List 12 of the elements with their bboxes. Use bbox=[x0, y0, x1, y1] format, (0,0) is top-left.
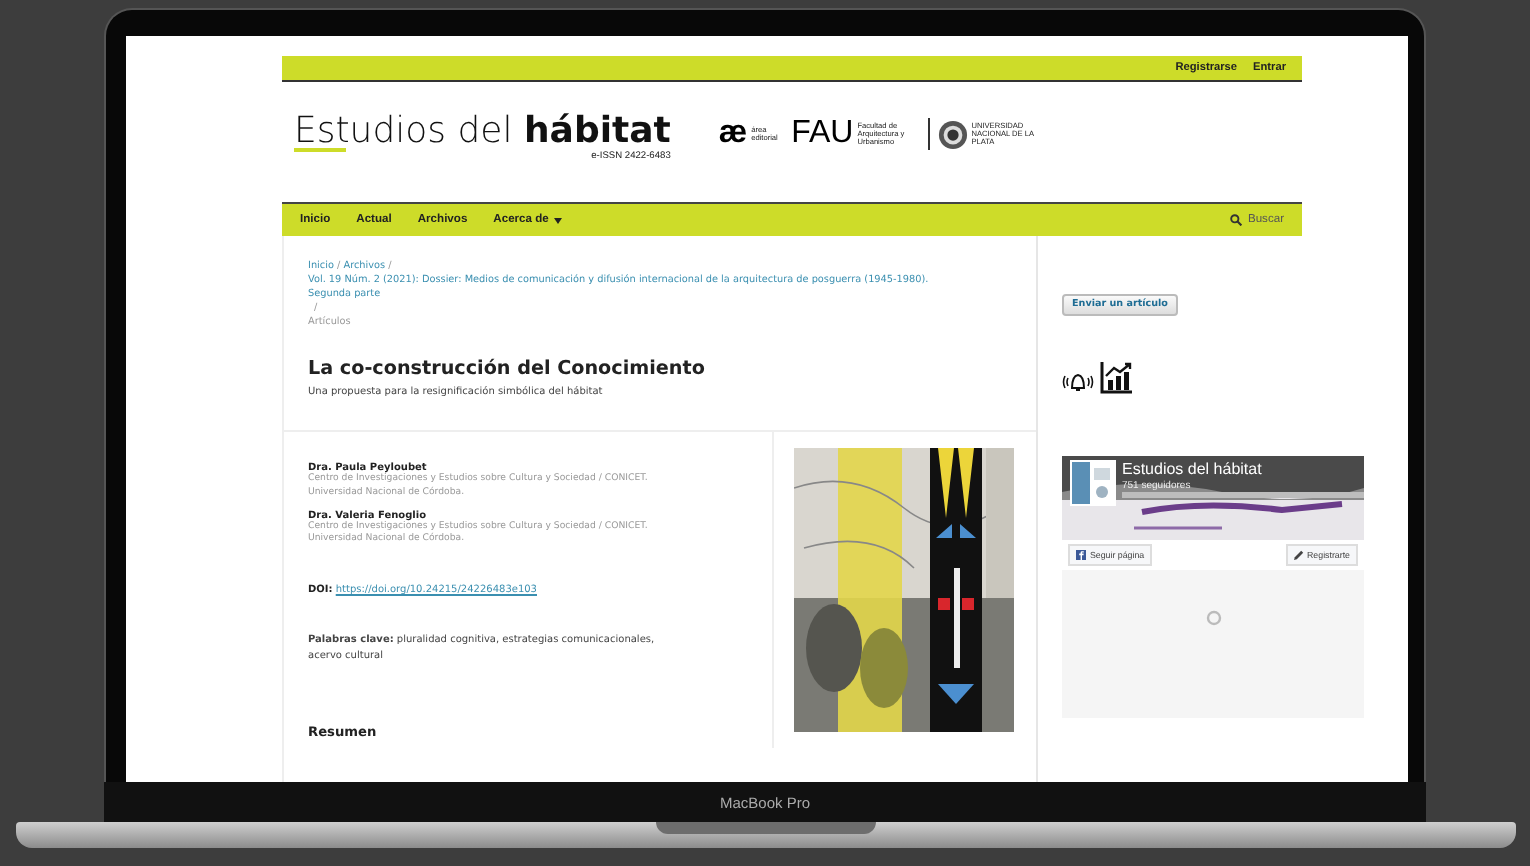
search-icon bbox=[1229, 214, 1242, 226]
logo-mark: FAU bbox=[791, 120, 854, 148]
logo-mark: æ bbox=[718, 120, 748, 148]
pencil-icon bbox=[1293, 550, 1304, 560]
caret-icon bbox=[554, 217, 563, 223]
article-title: La co-construcción del Conocimiento bbox=[308, 358, 707, 380]
journal-logo[interactable]: Estudios del hábitat bbox=[294, 114, 671, 150]
loading-icon bbox=[1205, 610, 1221, 626]
seal-icon bbox=[937, 119, 968, 149]
chart-icon[interactable] bbox=[1100, 360, 1134, 394]
facebook-icon bbox=[1076, 550, 1086, 560]
bell-icon[interactable] bbox=[1062, 370, 1094, 394]
